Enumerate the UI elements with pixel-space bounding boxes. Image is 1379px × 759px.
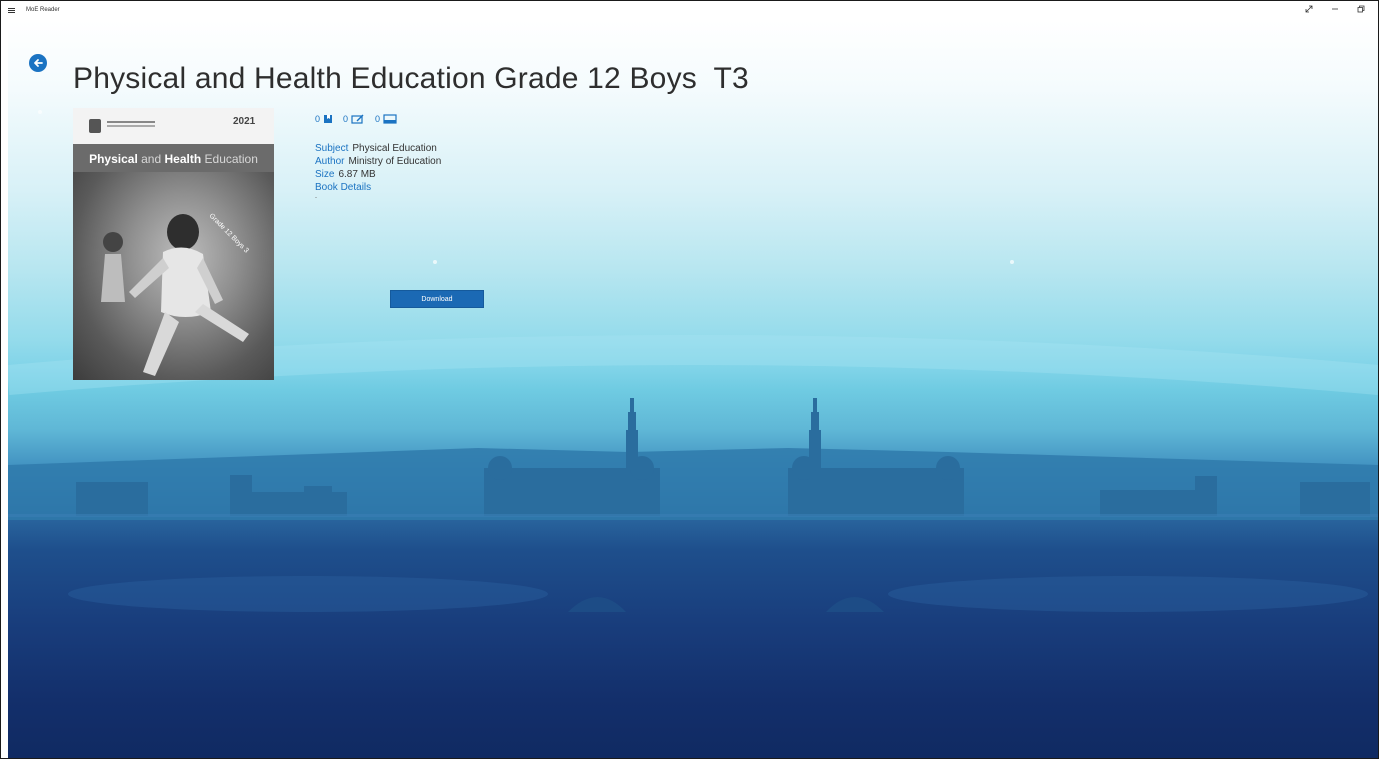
author-row: Author Ministry of Education (315, 155, 441, 168)
download-button[interactable]: Download (390, 290, 484, 308)
back-button[interactable] (29, 54, 47, 72)
size-label: Size (315, 169, 335, 180)
cover-heading-word: Health (164, 152, 202, 166)
bookmark-icon (324, 115, 333, 123)
book-stats: 0 0 0 (315, 114, 397, 124)
cover-photo: Grade 12 Boys 3 (73, 172, 274, 380)
book-description: - (315, 195, 317, 201)
bookmarks-stat[interactable]: 0 (315, 114, 333, 124)
restore-icon[interactable] (1355, 3, 1367, 15)
cover-heading-word: Physical (89, 152, 138, 166)
football-player-image: Grade 12 Boys 3 (101, 212, 250, 376)
page-title: Physical and Health Education Grade 12 B… (73, 62, 749, 96)
author-value: Ministry of Education (348, 156, 442, 167)
size-row: Size 6.87 MB (315, 168, 441, 181)
cover-year: 2021 (233, 116, 256, 127)
size-value: 6.87 MB (338, 169, 376, 180)
cover-header: 2021 (73, 108, 274, 144)
subject-row: Subject Physical Education (315, 142, 441, 155)
app-title: MoE Reader (26, 7, 60, 13)
hamburger-icon[interactable] (4, 3, 18, 17)
highlight-icon (383, 114, 397, 124)
book-details: Subject Physical Education Author Ministry… (315, 142, 441, 202)
back-arrow-icon (34, 59, 43, 67)
window-controls (1303, 3, 1367, 15)
cover-heading-word: Education (204, 152, 258, 166)
minimize-icon[interactable] (1329, 3, 1341, 15)
highlights-stat[interactable]: 0 (375, 114, 397, 124)
note-icon (351, 114, 364, 124)
book-cover[interactable]: 2021 Physical and Health Education Grade… (73, 108, 274, 380)
subject-label: Subject (315, 143, 349, 154)
emblem-icon (89, 119, 101, 133)
subject-value: Physical Education (352, 143, 437, 154)
notes-count: 0 (343, 114, 349, 124)
cover-grade: Grade 12 Boys 3 (208, 212, 250, 254)
title-bar: MoE Reader (0, 0, 1379, 20)
author-label: Author (315, 156, 345, 167)
notes-stat[interactable]: 0 (343, 114, 365, 124)
book-details-link[interactable]: Book Details (315, 182, 371, 193)
window-left-edge (0, 20, 8, 759)
resize-icon[interactable] (1303, 3, 1315, 15)
bookmarks-count: 0 (315, 114, 321, 124)
cover-heading-word: and (141, 152, 162, 166)
ministry-text-lines (107, 121, 155, 123)
highlights-count: 0 (375, 114, 381, 124)
cover-heading: Physical and Health Education (73, 152, 274, 166)
book-details-row: Book Details (315, 181, 441, 194)
